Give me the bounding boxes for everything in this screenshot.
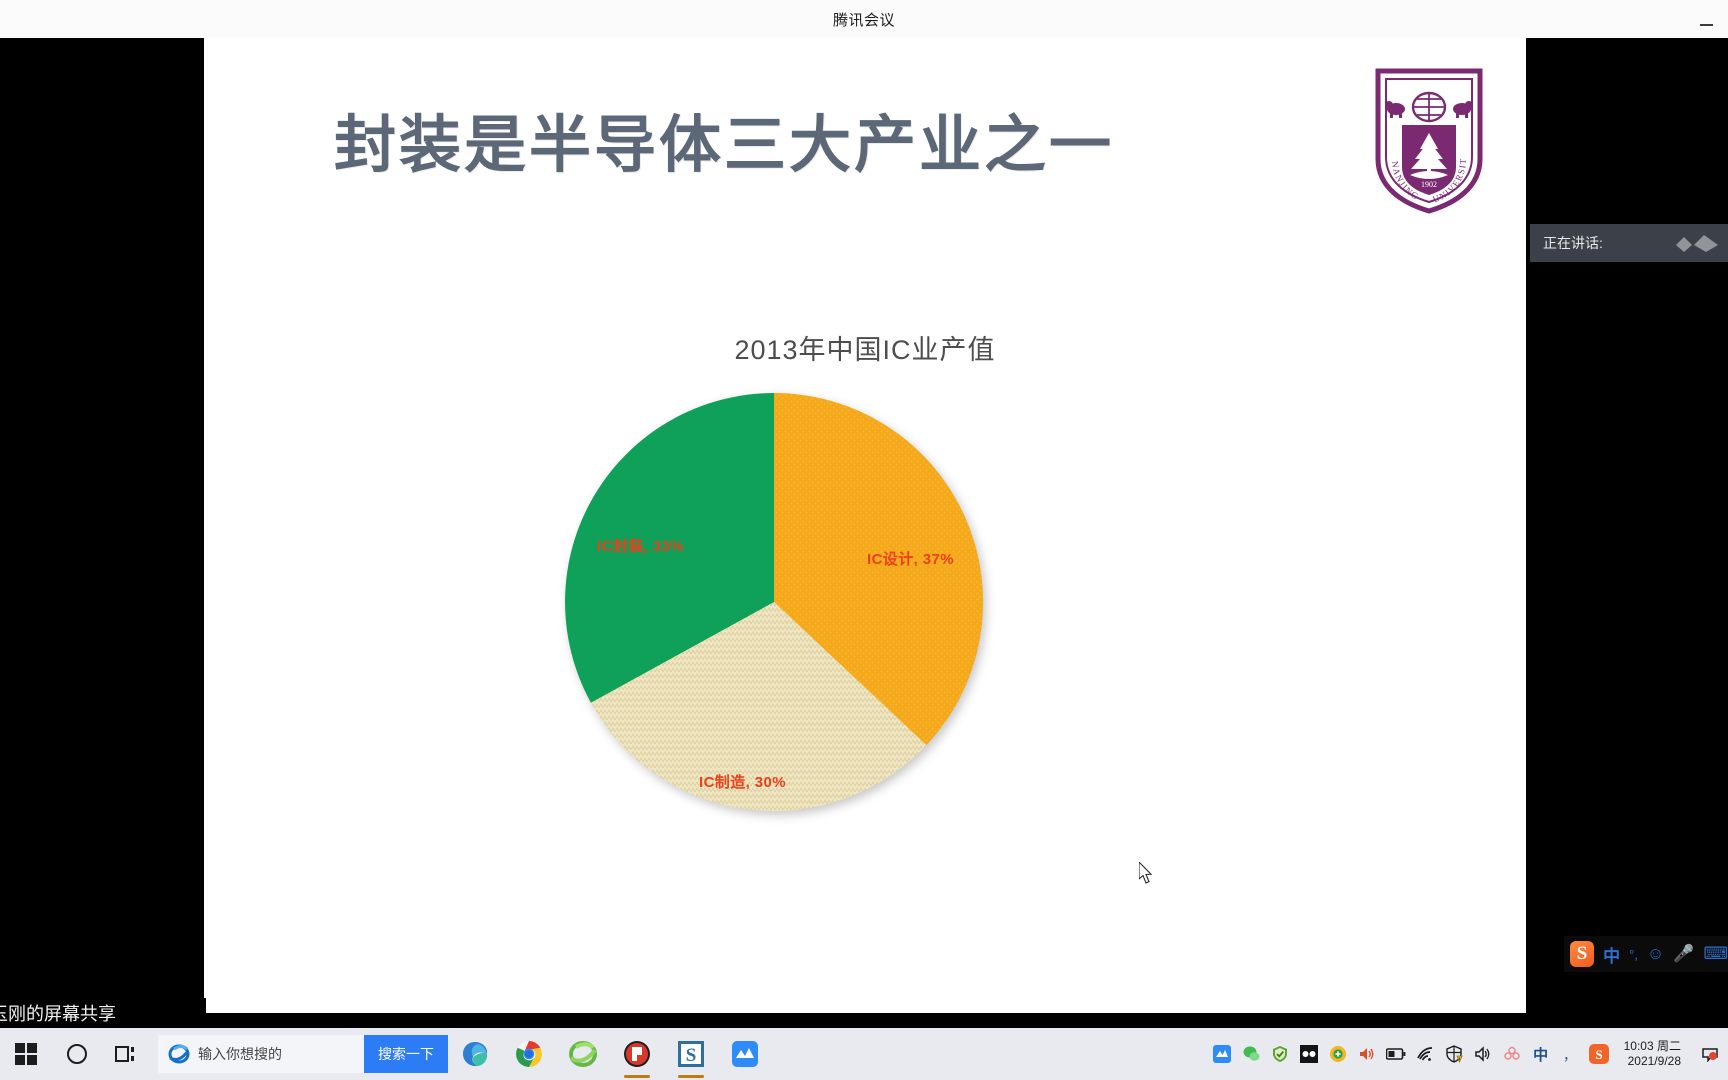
shared-screen-content: 封装是半导体三大产业之一 1902 NANJING UNIVERSIT 2013… <box>204 38 1526 1013</box>
pie-label-ic-manufacturing: IC制造, 30% <box>699 774 786 791</box>
sogou-input-icon[interactable]: S <box>664 1028 718 1080</box>
screen-share-banner: 玉刚的屏幕共享 <box>0 998 206 1028</box>
screen-capture-tray-icon[interactable] <box>1299 1044 1319 1064</box>
pie-label-ic-packaging: IC封装, 33% <box>597 538 684 555</box>
windows-start-icon[interactable] <box>0 1028 52 1080</box>
window-title-bar: 腾讯会议 <box>0 0 1728 38</box>
security-shield-tray-icon[interactable] <box>1270 1044 1290 1064</box>
internet-explorer-icon <box>168 1044 190 1064</box>
ime-punct-icon[interactable]: ， <box>1560 1044 1580 1064</box>
action-center-shield-icon[interactable] <box>1444 1044 1464 1064</box>
sogou-input-toolbar[interactable]: S 中 °, ☺ 🎤 ⌨ <box>1564 936 1728 972</box>
pie-chart: 2013年中国IC业产值 IC封装, 33% IC设计, 37% IC制造, 3… <box>204 328 1526 908</box>
pie-label-ic-design: IC设计, 37% <box>867 551 954 568</box>
svg-text:S: S <box>686 1045 697 1066</box>
ime-voice-input-button[interactable]: 🎤 <box>1673 944 1694 964</box>
speaking-waves-icon <box>1676 235 1718 252</box>
ime-punctuation-button[interactable]: °, <box>1629 947 1638 962</box>
speaking-toast: 正在讲话: <box>1530 224 1728 262</box>
tencent-meeting-icon[interactable] <box>718 1028 772 1080</box>
wifi-tray-icon[interactable] <box>1415 1044 1435 1064</box>
sogou-tray-icon[interactable]: S <box>1588 1044 1609 1064</box>
windows-taskbar: 输入你想搜的 搜索一下 S 中 ， S 10:03 周二 2021/9/28 <box>0 1028 1728 1080</box>
nanjing-university-logo: 1902 NANJING UNIVERSITY <box>1368 55 1486 215</box>
chart-title: 2013年中国IC业产值 <box>734 335 996 365</box>
volume-speaker-tray-icon[interactable] <box>1357 1044 1377 1064</box>
ime-emoji-button[interactable]: ☺ <box>1647 944 1664 964</box>
sogou-logo-icon[interactable]: S <box>1570 941 1595 967</box>
window-title: 腾讯会议 <box>832 11 895 29</box>
clock-date: 2021/9/28 <box>1627 1054 1681 1068</box>
ime-mode-button[interactable]: 中 <box>1603 942 1620 967</box>
search-input[interactable]: 输入你想搜的 <box>158 1043 364 1065</box>
running-indicator <box>624 1075 650 1078</box>
tencent-meeting-tray-icon[interactable] <box>1212 1044 1232 1064</box>
running-indicator <box>678 1075 704 1078</box>
svg-text:S: S <box>1595 1047 1602 1062</box>
mouse-cursor-icon <box>1139 862 1153 884</box>
ime-keyboard-button[interactable]: ⌨ <box>1703 944 1728 964</box>
wps-office-icon[interactable] <box>610 1028 664 1080</box>
logo-year: 1902 <box>1421 180 1437 189</box>
google-chrome-icon[interactable] <box>502 1028 556 1080</box>
pie-svg <box>565 393 984 812</box>
ime-chinese-icon[interactable]: 中 <box>1531 1044 1551 1064</box>
battery-tray-icon[interactable] <box>1385 1044 1406 1064</box>
taskbar-clock[interactable]: 10:03 周二 2021/9/28 <box>1618 1039 1691 1069</box>
minimize-button[interactable] <box>1696 14 1716 26</box>
search-submit-button[interactable]: 搜索一下 <box>364 1035 448 1073</box>
notification-badge <box>1709 1052 1717 1060</box>
system-tray: 中 ， S 10:03 周二 2021/9/28 <box>1212 1028 1728 1080</box>
wechat-tray-icon[interactable] <box>1241 1044 1261 1064</box>
microsoft-edge-icon[interactable] <box>448 1028 502 1080</box>
search-input-placeholder: 输入你想搜的 <box>198 1046 282 1062</box>
speaking-toast-label: 正在讲话: <box>1543 235 1603 251</box>
flower-tray-icon[interactable] <box>1502 1044 1522 1064</box>
notification-center-icon[interactable] <box>1700 1044 1720 1064</box>
volume-tray-icon[interactable] <box>1473 1044 1493 1064</box>
cortana-circle-icon[interactable] <box>52 1028 102 1080</box>
slide-title: 封装是半导体三大产业之一 <box>334 111 1115 180</box>
task-view-icon[interactable] <box>102 1028 152 1080</box>
taskbar-search-widget[interactable]: 输入你想搜的 搜索一下 <box>158 1035 448 1073</box>
screen-share-label: 玉刚的屏幕共享 <box>0 1004 116 1024</box>
pie-area: IC封装, 33% IC设计, 37% IC制造, 30% <box>559 385 1153 884</box>
clock-time: 10:03 周二 <box>1623 1039 1681 1053</box>
update-tray-icon[interactable] <box>1328 1044 1348 1064</box>
internet-explorer-icon[interactable] <box>556 1028 610 1080</box>
